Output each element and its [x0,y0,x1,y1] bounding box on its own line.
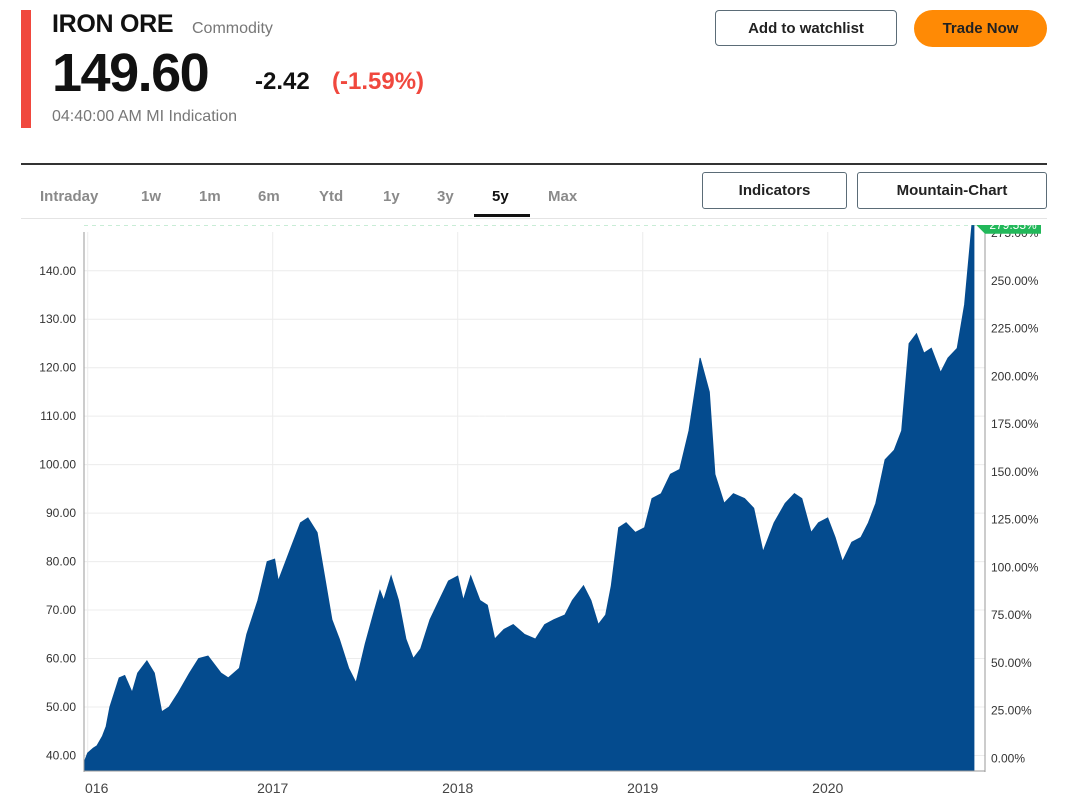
instrument-name: IRON ORE [52,10,174,38]
tab-1w[interactable]: 1w [141,188,161,205]
price-change: -2.42 [255,68,310,95]
y-right-tick-label: 200.00% [991,369,1039,383]
y-tick-label: 110.00 [40,409,76,423]
tab-5y[interactable]: 5y [492,188,509,205]
active-tab-indicator [474,214,530,217]
y-right-tick-label: 0.00% [991,751,1025,765]
watermark-subtext: Hinabian [477,412,528,427]
quote-time: 04:40:00 AM MI Indication [52,108,237,125]
y-tick-label: 120.00 [39,361,76,375]
instrument-type: Commodity [192,20,273,37]
y-tick-label: 50.00 [46,700,76,714]
tab-1m[interactable]: 1m [199,188,221,205]
tab-6m[interactable]: 6m [258,188,280,205]
y-tick-label: 80.00 [46,555,76,569]
tab-intraday[interactable]: Intraday [40,188,98,205]
y-tick-label: 90.00 [46,506,76,520]
x-tick-label: 2017 [257,780,288,796]
y-tick-label: 100.00 [39,458,76,472]
watermark-text: 海那边 [476,390,524,409]
x-tick-label: 2020 [812,780,843,796]
indicators-button[interactable]: Indicators [702,172,847,209]
y-right-tick-label: 150.00% [991,465,1039,479]
y-right-tick-label: 175.00% [991,417,1039,431]
y-right-tick-label: 25.00% [991,704,1032,718]
price-change-percent: (-1.59%) [332,68,425,95]
y-tick-label: 60.00 [46,652,76,666]
price-chart: 40.00 50.00 60.00 70.00 80.00 90.00 100.00 110.… [39,225,1041,796]
y-right-tick-label: 100.00% [991,560,1039,574]
tab-3y[interactable]: 3y [437,188,454,205]
current-price: 149.60 [52,43,210,103]
y-tick-label: 130.00 [39,312,76,326]
y-right-tick-label: 125.00% [991,513,1039,527]
y-tick-label: 70.00 [46,603,76,617]
last-value-label: 279.55% [989,225,1037,232]
y-right-tick-label: 75.00% [991,608,1032,622]
y-right-tick-label: 250.00% [991,274,1039,288]
price-area [83,225,975,771]
y-right-tick-label: 225.00% [991,322,1039,336]
tabs-divider [21,218,1047,219]
tab-max[interactable]: Max [548,188,577,205]
x-tick-label: 2018 [442,780,473,796]
x-tick-label: 2019 [627,780,658,796]
add-to-watchlist-button[interactable]: Add to watchlist [715,10,897,46]
header-divider [21,163,1047,165]
accent-bar [21,10,31,128]
y-right-tick-label: 50.00% [991,656,1032,670]
x-tick-label: 016 [85,780,109,796]
chart-type-button[interactable]: Mountain-Chart [857,172,1047,209]
trade-now-button[interactable]: Trade Now [914,10,1047,47]
y-tick-label: 140.00 [39,264,76,278]
tab-1y[interactable]: 1y [383,188,400,205]
y-tick-label: 40.00 [46,748,76,762]
tab-ytd[interactable]: Ytd [319,188,343,205]
